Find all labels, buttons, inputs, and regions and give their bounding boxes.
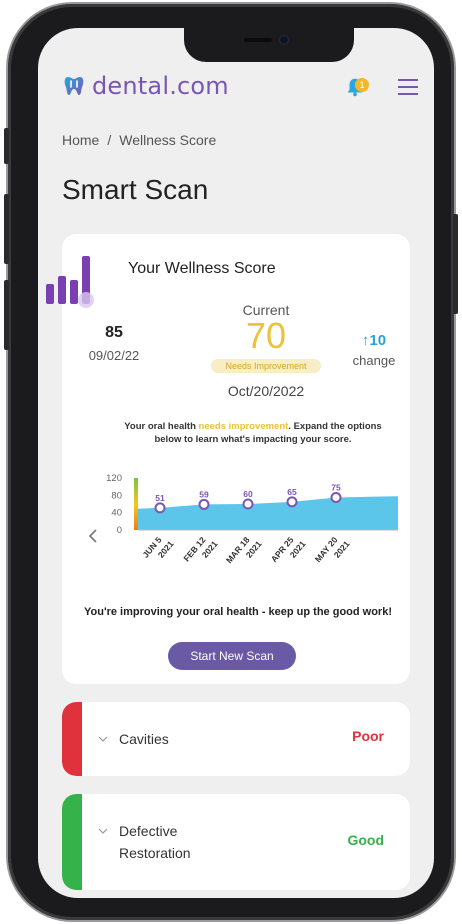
category-label: Cavities [119, 731, 169, 747]
change-value: ↑10 [361, 332, 387, 349]
data-point [330, 492, 342, 503]
data-label: 51 [155, 493, 165, 503]
start-new-scan-button[interactable]: Start New Scan [168, 642, 296, 670]
tooth-logo-icon [64, 77, 84, 95]
previous-score-value: 85 [105, 324, 123, 341]
category-cavities[interactable]: Cavities Poor [62, 702, 410, 776]
brand-logo[interactable]: dental.com [62, 72, 229, 100]
wellness-message: Your oral health needs improvement. Expa… [122, 420, 384, 446]
card-title: Your Wellness Score [128, 260, 276, 277]
message-text: Your oral health [124, 421, 199, 432]
speaker-grille [244, 38, 272, 42]
power-button [453, 214, 458, 314]
category-status: Poor [352, 728, 384, 744]
data-label: 59 [199, 489, 209, 499]
app-header: dental.com 1 [38, 68, 434, 108]
encouragement-message: You're improving your oral health - keep… [84, 606, 392, 618]
y-tick-label: 80 [111, 490, 122, 501]
notch [184, 28, 354, 62]
score-change: ↑10 change [344, 332, 404, 368]
current-score: Current 70 Needs Improvement Oct/20/2022 [196, 302, 336, 399]
change-label: change [352, 353, 396, 368]
notification-badge: 1 [355, 78, 369, 92]
mute-switch [4, 128, 9, 164]
data-label: 65 [287, 487, 297, 497]
wellness-score-card: Your Wellness Score 85 09/02/22 Current … [46, 234, 410, 684]
chart-area-fill [138, 496, 398, 530]
data-label: 75 [331, 483, 341, 493]
menu-line-icon [398, 93, 418, 95]
y-tick-label: 40 [111, 508, 122, 519]
brand-name: dental.com [92, 72, 229, 100]
notifications-button[interactable]: 1 [344, 74, 370, 100]
chevron-down-icon [98, 828, 108, 834]
current-score-date: Oct/20/2022 [227, 383, 305, 399]
chevron-left-icon [88, 529, 97, 543]
phone-screen: dental.com 1 Home / Wellness Score Smart S… [38, 28, 434, 898]
menu-line-icon [398, 79, 418, 81]
score-scale-bar [134, 478, 138, 530]
menu-button[interactable] [398, 79, 418, 95]
status-badge: Needs Improvement [211, 359, 321, 373]
current-score-value: 70 [245, 315, 287, 356]
breadcrumb-separator: / [107, 132, 112, 148]
previous-score-date: 09/02/22 [88, 348, 140, 363]
data-point [198, 498, 210, 510]
front-camera [279, 35, 289, 45]
chevron-down-icon [98, 736, 108, 742]
previous-score: 85 09/02/22 [74, 324, 154, 363]
y-tick-label: 0 [117, 525, 122, 536]
data-point [286, 496, 298, 508]
data-point [154, 502, 166, 514]
category-defective-restoration[interactable]: Defective Restoration Good [62, 794, 410, 890]
page-title: Smart Scan [62, 174, 209, 205]
y-tick-label: 120 [106, 473, 122, 484]
wellness-history-chart: 0408012051JUN 5202159FEB 12202160MAR 182… [88, 473, 398, 565]
breadcrumb-current: Wellness Score [119, 132, 217, 148]
breadcrumb-home[interactable]: Home [62, 132, 99, 148]
volume-up-button [4, 194, 9, 264]
message-highlight: needs improvement [198, 421, 289, 432]
menu-line-icon [398, 86, 418, 88]
category-status: Good [347, 832, 384, 848]
status-color-stripe [62, 702, 82, 776]
volume-down-button [4, 280, 9, 350]
category-label: Defective Restoration [119, 823, 191, 861]
bar-chart-icon [46, 256, 94, 308]
data-point [242, 498, 254, 510]
data-label: 60 [243, 489, 253, 499]
breadcrumb: Home / Wellness Score [62, 132, 216, 148]
status-color-stripe [62, 794, 82, 890]
